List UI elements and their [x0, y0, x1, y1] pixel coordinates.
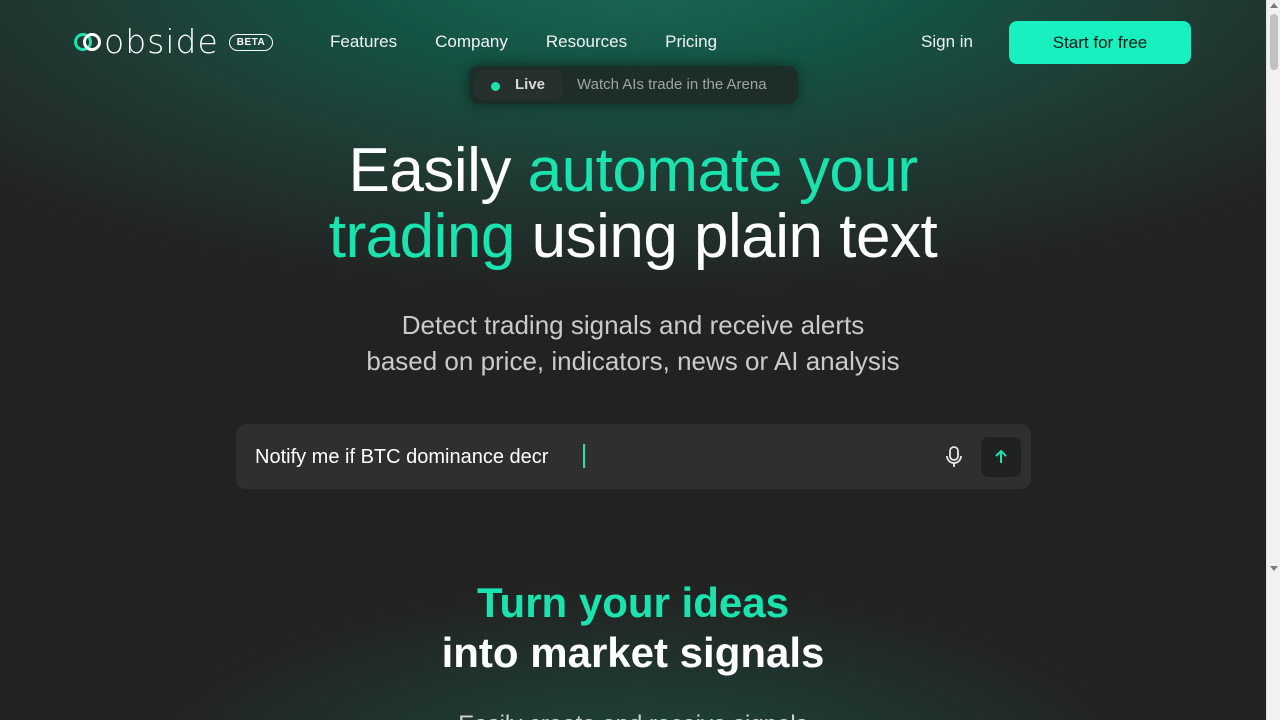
- arrow-up-icon: [995, 449, 1007, 463]
- beta-badge: BETA: [228, 33, 274, 51]
- nav-pricing[interactable]: Pricing: [665, 30, 717, 54]
- hero-subtitle: Detect trading signals and receive alert…: [0, 307, 1266, 379]
- section-title-accent: Turn your ideas: [477, 579, 789, 626]
- hero-title-part2: using plain text: [514, 202, 938, 271]
- nav-features[interactable]: Features: [330, 30, 397, 54]
- live-label: Live: [515, 76, 546, 93]
- scroll-up-arrow-icon[interactable]: [1270, 3, 1278, 8]
- signal-prompt-box: [236, 424, 1031, 489]
- live-banner-message: Watch AIs trade in the Arena: [577, 76, 767, 93]
- text-caret: [583, 444, 585, 468]
- logo-text: obside: [104, 22, 219, 61]
- hero-title-accent2: trading: [328, 202, 516, 271]
- nav-resources[interactable]: Resources: [546, 30, 627, 54]
- hero-title-accent1: automate your: [527, 136, 918, 205]
- scroll-thumb[interactable]: [1270, 14, 1278, 70]
- section-subtitle-partial: Easily create and receive signals: [0, 710, 1266, 720]
- live-dot-icon: [491, 82, 500, 91]
- hero-subtitle-line2: based on price, indicators, news or AI a…: [366, 346, 900, 376]
- hero-title-part1: Easily: [348, 136, 528, 205]
- sign-in-link[interactable]: Sign in: [921, 30, 973, 54]
- hero-subtitle-line1: Detect trading signals and receive alert…: [401, 310, 865, 340]
- obside-logo[interactable]: obside BETA: [74, 22, 274, 61]
- page-scrollbar[interactable]: [1266, 0, 1280, 720]
- nav-company[interactable]: Company: [435, 30, 508, 54]
- live-arena-banner[interactable]: Live Watch AIs trade in the Arena: [469, 66, 798, 104]
- live-badge: Live: [475, 70, 563, 100]
- logo-mark-icon: [74, 28, 102, 56]
- landing-page: obside BETA Features Company Resources P…: [0, 0, 1266, 720]
- send-button[interactable]: [981, 437, 1021, 477]
- section-title: into market signals: [441, 629, 825, 676]
- scroll-down-arrow-icon[interactable]: [1270, 566, 1278, 571]
- microphone-icon[interactable]: [942, 444, 966, 470]
- start-for-free-button[interactable]: Start for free: [1009, 21, 1191, 64]
- signal-prompt-input[interactable]: [255, 442, 915, 472]
- hero-title: Easily automate your trading using plain…: [0, 138, 1266, 270]
- main-nav: Features Company Resources Pricing: [330, 30, 755, 54]
